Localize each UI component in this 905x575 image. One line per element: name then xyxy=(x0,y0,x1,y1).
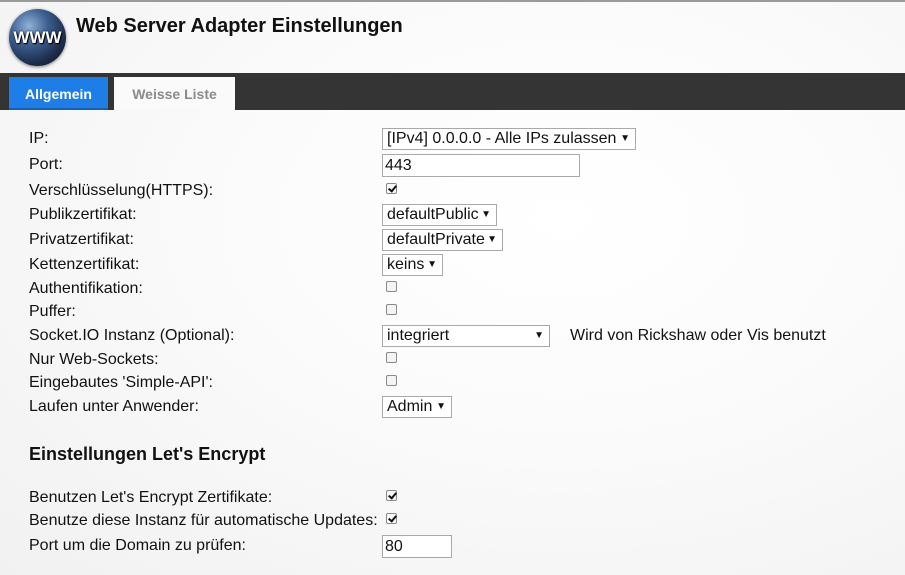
auth-checkbox[interactable] xyxy=(386,281,397,292)
letsencrypt-section-title: Einstellungen Let's Encrypt xyxy=(29,444,266,464)
buffer-label: Puffer: xyxy=(29,303,76,320)
socketio-value: integriert xyxy=(387,327,450,344)
chain-cert-value: keins xyxy=(387,256,425,273)
private-cert-label: Privatzertifikat: xyxy=(29,231,134,248)
chevron-down-icon: ▼ xyxy=(620,133,630,144)
chevron-down-icon: ▼ xyxy=(487,234,497,245)
le-check-port-row: Port um die Domain zu prüfen: 80 xyxy=(29,535,889,558)
socketio-select[interactable]: integriert ▼ xyxy=(382,325,550,347)
public-cert-select[interactable]: defaultPublic ▼ xyxy=(382,204,497,226)
page-title: Web Server Adapter Einstellungen xyxy=(76,15,403,37)
public-cert-label: Publikzertifikat: xyxy=(29,206,137,223)
websockets-row: Nur Web-Sockets: xyxy=(29,349,889,371)
tab-bar: Allgemein Weisse Liste xyxy=(0,73,905,110)
run-as-select[interactable]: Admin ▼ xyxy=(382,396,452,418)
private-cert-row: Privatzertifikat: defaultPrivate ▼ xyxy=(29,229,889,251)
port-label: Port: xyxy=(29,156,63,173)
private-cert-select[interactable]: defaultPrivate ▼ xyxy=(382,229,503,251)
simple-api-checkbox[interactable] xyxy=(386,375,397,386)
https-checkbox[interactable] xyxy=(386,183,397,194)
le-auto-update-label: Benutze diese Instanz für automatische U… xyxy=(29,512,378,529)
public-cert-row: Publikzertifikat: defaultPublic ▼ xyxy=(29,204,889,226)
chevron-down-icon: ▼ xyxy=(481,209,491,220)
le-use-certs-row: Benutzen Let's Encrypt Zertifikate: xyxy=(29,487,889,509)
buffer-row: Puffer: xyxy=(29,301,889,323)
top-border xyxy=(0,0,905,2)
ip-row: IP: [IPv4] 0.0.0.0 - Alle IPs zulassen ▼ xyxy=(29,128,889,150)
le-use-certs-checkbox[interactable] xyxy=(386,490,397,501)
run-as-value: Admin xyxy=(387,398,433,415)
chevron-down-icon: ▼ xyxy=(534,330,544,341)
tab-allgemein[interactable]: Allgemein xyxy=(9,77,108,110)
tab-weisse-liste[interactable]: Weisse Liste xyxy=(114,77,235,110)
socketio-label: Socket.IO Instanz (Optional): xyxy=(29,327,235,344)
port-row: Port: 443 xyxy=(29,154,889,177)
auth-label: Authentifikation: xyxy=(29,280,143,297)
run-as-row: Laufen unter Anwender: Admin ▼ xyxy=(29,396,889,418)
le-use-certs-label: Benutzen Let's Encrypt Zertifikate: xyxy=(29,489,273,506)
auth-row: Authentifikation: xyxy=(29,278,889,300)
ip-select[interactable]: [IPv4] 0.0.0.0 - Alle IPs zulassen ▼ xyxy=(382,128,636,150)
chain-cert-select[interactable]: keins ▼ xyxy=(382,254,443,276)
socketio-row: Socket.IO Instanz (Optional): integriert… xyxy=(29,325,889,347)
logo-text: WWW xyxy=(13,28,62,47)
le-auto-update-checkbox[interactable] xyxy=(386,513,397,524)
le-check-port-label: Port um die Domain zu prüfen: xyxy=(29,537,246,554)
chain-cert-label: Kettenzertifikat: xyxy=(29,256,140,273)
websockets-label: Nur Web-Sockets: xyxy=(29,351,159,368)
globe-logo-icon: WWW xyxy=(9,9,66,66)
buffer-checkbox[interactable] xyxy=(386,304,397,315)
websockets-checkbox[interactable] xyxy=(386,352,397,363)
chevron-down-icon: ▼ xyxy=(436,401,446,412)
chevron-down-icon: ▼ xyxy=(427,259,437,270)
simple-api-label: Eingebautes 'Simple-API': xyxy=(29,374,213,391)
socketio-hint: Wird von Rickshaw oder Vis benutzt xyxy=(570,327,826,344)
le-check-port-input[interactable]: 80 xyxy=(382,535,452,558)
port-input[interactable]: 443 xyxy=(382,154,580,177)
ip-select-value: [IPv4] 0.0.0.0 - Alle IPs zulassen xyxy=(387,130,617,147)
ip-label: IP: xyxy=(29,130,49,147)
chain-cert-row: Kettenzertifikat: keins ▼ xyxy=(29,254,889,276)
run-as-label: Laufen unter Anwender: xyxy=(29,398,199,415)
private-cert-value: defaultPrivate xyxy=(387,231,485,248)
public-cert-value: defaultPublic xyxy=(387,206,479,223)
le-auto-update-row: Benutze diese Instanz für automatische U… xyxy=(29,510,889,532)
simple-api-row: Eingebautes 'Simple-API': xyxy=(29,372,889,394)
https-label: Verschlüsselung(HTTPS): xyxy=(29,182,214,199)
https-row: Verschlüsselung(HTTPS): xyxy=(29,180,889,202)
